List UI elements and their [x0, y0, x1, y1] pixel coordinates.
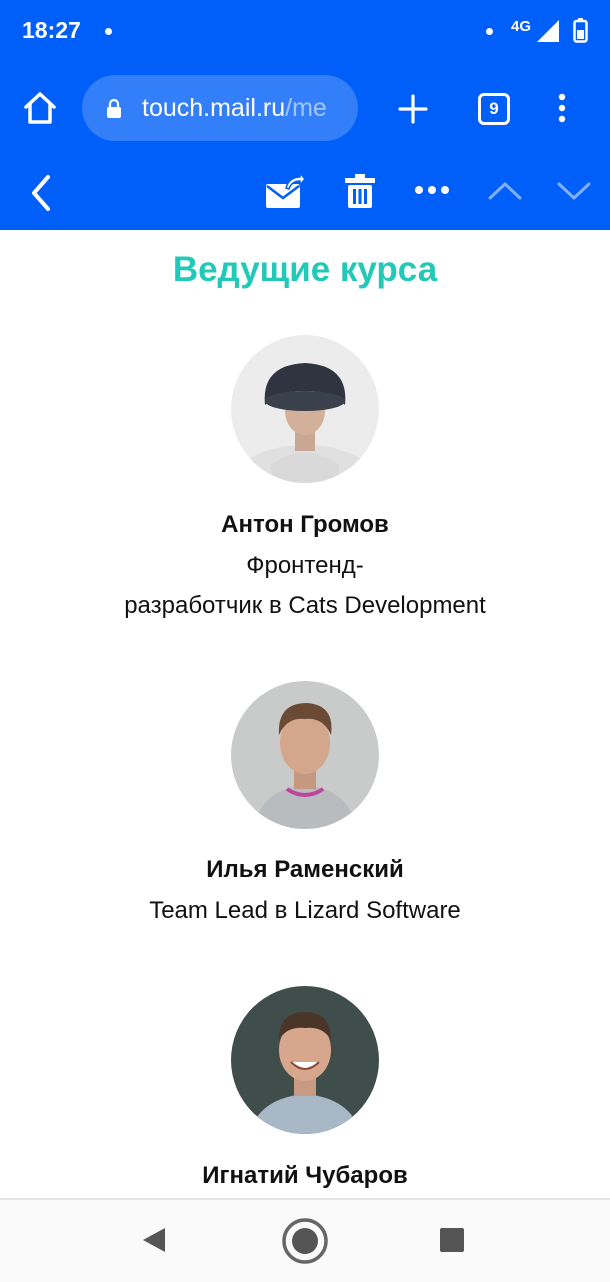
home-icon[interactable]: [20, 88, 60, 128]
system-navigation-bar: [0, 1198, 610, 1282]
url-path: /me: [285, 94, 327, 122]
status-bar: 18:27 4G: [0, 0, 610, 62]
move-to-folder-icon[interactable]: [264, 172, 306, 210]
network-activity-dot-icon: [486, 28, 493, 35]
browser-toolbar: touch.mail.ru/me 9: [0, 62, 610, 157]
network-type: 4G: [511, 18, 532, 35]
email-content: Ведущие курса Антон Громов Фронтенд- раз…: [0, 230, 610, 1198]
nav-home-icon[interactable]: [281, 1217, 329, 1265]
speaker-role: Фронтенд-: [246, 552, 364, 579]
previous-chevron-up-icon[interactable]: [488, 181, 522, 201]
speaker-name: Антон Громов: [221, 511, 389, 538]
url-text: touch.mail.ru/me: [142, 94, 348, 124]
speaker-avatar-photo: [231, 681, 379, 829]
back-chevron-icon[interactable]: [30, 174, 52, 212]
next-chevron-down-icon[interactable]: [557, 181, 591, 201]
status-time: 18:27: [22, 17, 81, 43]
speaker-name: Игнатий Чубаров: [202, 1162, 408, 1189]
speaker-card: Антон Громов Фронтенд- разработчик в Cat…: [0, 335, 610, 625]
speaker-name: Илья Раменский: [206, 856, 404, 883]
address-bar[interactable]: touch.mail.ru/me: [82, 75, 358, 141]
mail-toolbar: [0, 157, 610, 230]
plus-icon[interactable]: [397, 93, 429, 125]
section-title: Ведущие курса: [172, 250, 438, 289]
speaker-avatar-photo: [231, 986, 379, 1134]
speaker-avatar-photo: [231, 335, 379, 483]
speaker-card: Игнатий Чубаров: [0, 986, 610, 1198]
speaker-card: Илья Раменский Team Lead в Lizard Softwa…: [0, 681, 610, 931]
speaker-role: Team Lead в Lizard Software: [149, 897, 461, 924]
lock-icon: [107, 98, 121, 118]
battery-icon: [573, 18, 588, 43]
more-dots-icon[interactable]: [414, 185, 450, 195]
speaker-role: разработчик в Cats Development: [124, 592, 486, 619]
notification-dot-icon: [105, 28, 112, 35]
trash-icon[interactable]: [344, 173, 376, 209]
url-host: touch.mail.ru: [142, 94, 286, 122]
nav-recents-icon[interactable]: [439, 1227, 465, 1253]
tabs-button[interactable]: 9: [478, 93, 510, 125]
kebab-menu-icon[interactable]: [556, 92, 568, 124]
signal-icon: [537, 20, 559, 42]
nav-back-icon[interactable]: [141, 1226, 167, 1254]
